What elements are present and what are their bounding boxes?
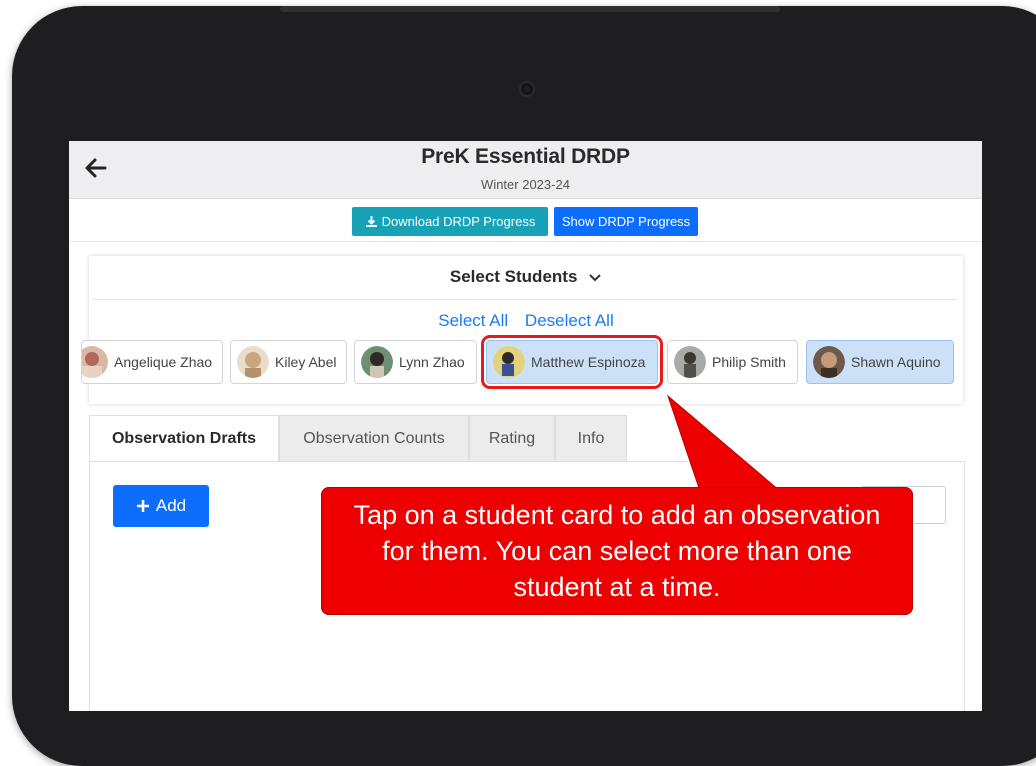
select-students-panel: Select Students Select All Deselect All … (81, 256, 963, 404)
download-button-label: Download DRDP Progress (381, 214, 536, 229)
student-name: Angelique Zhao (114, 354, 213, 370)
student-card-lynn-zhao[interactable]: Lynn Zhao (354, 340, 477, 384)
tab-bar: Observation Drafts Observation Counts Ra… (89, 415, 963, 461)
deselect-all-link[interactable]: Deselect All (525, 311, 614, 330)
avatar (493, 346, 525, 378)
student-name: Matthew Espinoza (531, 354, 646, 370)
show-drdp-progress-button[interactable]: Show DRDP Progress (554, 207, 698, 236)
show-button-label: Show DRDP Progress (561, 214, 691, 229)
student-card-angelique-zhao[interactable]: Angelique Zhao (81, 340, 223, 384)
download-drdp-progress-button[interactable]: Download DRDP Progress (352, 207, 548, 236)
download-icon (365, 216, 377, 227)
avatar (361, 346, 393, 378)
page-subtitle: Winter 2023-24 (481, 177, 570, 192)
camera-icon (519, 81, 535, 97)
divider (93, 299, 957, 300)
page-title: PreK Essential DRDP (421, 145, 630, 168)
select-students-title: Select Students (449, 267, 578, 286)
student-card-philip-smith[interactable]: Philip Smith (667, 340, 798, 384)
student-card-kiley-abel[interactable]: Kiley Abel (230, 340, 347, 384)
avatar (82, 346, 108, 378)
toolbar: Download DRDP Progress Show DRDP Progres… (69, 199, 982, 242)
student-name: Shawn Aquino (851, 354, 941, 370)
select-students-toggle[interactable]: Select Students (89, 256, 963, 298)
tab-rating[interactable]: Rating (469, 415, 555, 461)
tab-info[interactable]: Info (555, 415, 627, 461)
avatar (813, 346, 845, 378)
student-card-matthew-espinoza[interactable]: Matthew Espinoza (481, 335, 663, 389)
tab-observation-drafts[interactable]: Observation Drafts (89, 415, 279, 461)
chevron-down-icon (588, 257, 602, 299)
student-name: Kiley Abel (275, 354, 337, 370)
avatar (674, 346, 706, 378)
avatar (237, 346, 269, 378)
student-name: Lynn Zhao (399, 354, 465, 370)
tablet-sheen (280, 6, 780, 12)
select-all-link[interactable]: Select All (438, 311, 508, 330)
add-button-label: Add (155, 496, 187, 515)
app-header: PreK Essential DRDP Winter 2023-24 (69, 141, 982, 199)
plus-icon (136, 500, 149, 512)
add-button[interactable]: Add (113, 485, 209, 527)
student-card-shawn-aquino[interactable]: Shawn Aquino (806, 340, 954, 384)
tab-observation-counts[interactable]: Observation Counts (279, 415, 469, 461)
student-name: Philip Smith (712, 354, 786, 370)
selection-links: Select All Deselect All (89, 311, 963, 331)
tutorial-callout: Tap on a student card to add an observat… (321, 487, 913, 615)
app-screen: PreK Essential DRDP Winter 2023-24 Downl… (69, 141, 982, 711)
